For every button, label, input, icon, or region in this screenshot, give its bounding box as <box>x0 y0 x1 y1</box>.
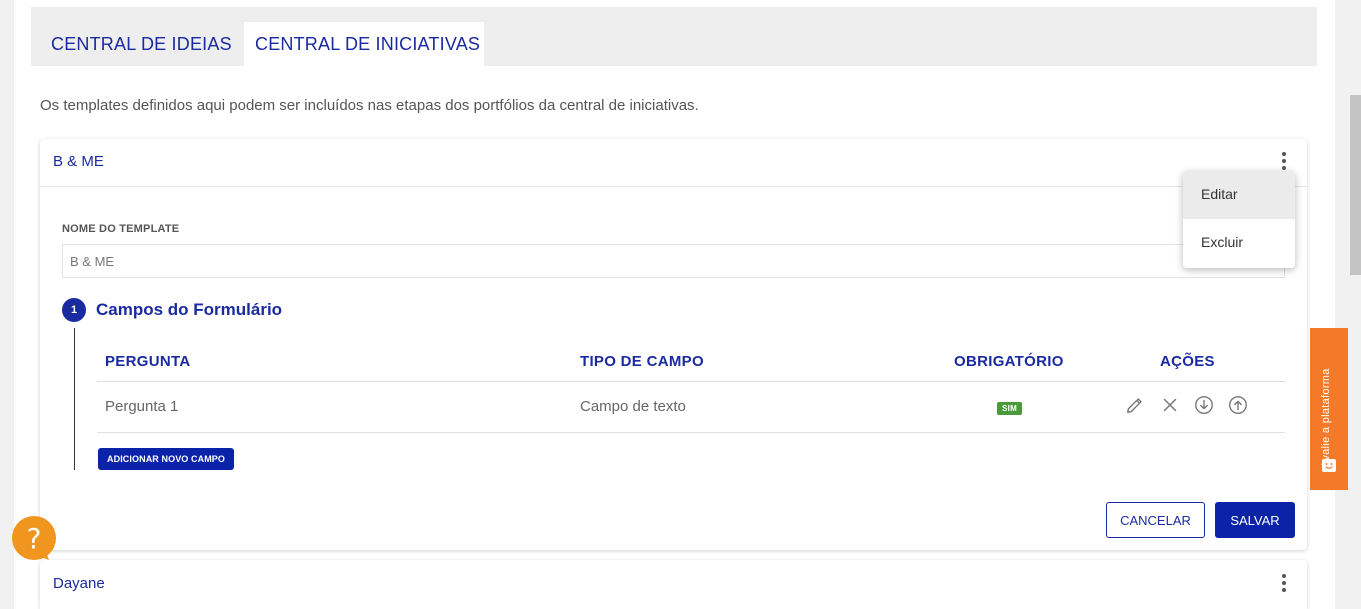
svg-text:?: ? <box>27 522 42 555</box>
feedback-tab[interactable]: Avalie a plataforma <box>1310 328 1348 490</box>
page: CENTRAL DE IDEIAS CENTRAL DE INICIATIVAS… <box>14 0 1335 609</box>
pencil-icon[interactable] <box>1124 394 1146 416</box>
intro-text: Os templates definidos aqui podem ser in… <box>40 97 699 114</box>
table-row: Pergunta 1 Campo de texto SIM <box>97 382 1285 433</box>
template-name-label: NOME DO TEMPLATE <box>62 223 180 235</box>
feedback-label: Avalie a plataforma <box>1320 368 1332 468</box>
tab-bar: CENTRAL DE IDEIAS CENTRAL DE INICIATIVAS <box>31 7 1317 66</box>
close-icon[interactable] <box>1159 394 1181 416</box>
header-tipo-de-campo: TIPO DE CAMPO <box>580 353 704 370</box>
header-obrigatorio: OBRIGATÓRIO <box>954 353 1064 370</box>
template-card: B & ME NOME DO TEMPLATE 1 Campos do Form… <box>40 139 1307 550</box>
step-title: Campos do Formulário <box>96 300 283 319</box>
scrollbar-thumb[interactable] <box>1350 95 1361 275</box>
table-header: PERGUNTA TIPO DE CAMPO OBRIGATÓRIO AÇÕES <box>97 344 1285 382</box>
header-pergunta: PERGUNTA <box>105 353 191 370</box>
arrow-down-circle-icon[interactable] <box>1193 394 1215 416</box>
template-name-input[interactable] <box>62 244 1285 278</box>
chat-smile-icon <box>1322 459 1336 472</box>
step-connector-line <box>74 328 75 470</box>
arrow-up-circle-icon[interactable] <box>1227 394 1249 416</box>
help-question-icon[interactable]: ? <box>11 515 57 561</box>
cell-pergunta: Pergunta 1 <box>105 398 179 415</box>
context-menu: Editar Excluir <box>1183 171 1295 268</box>
menu-item-editar[interactable]: Editar <box>1183 171 1295 219</box>
tab-central-de-ideias[interactable]: CENTRAL DE IDEIAS <box>51 22 232 66</box>
template-card-title: B & ME <box>53 153 104 170</box>
add-field-button[interactable]: ADICIONAR NOVO CAMPO <box>98 448 235 470</box>
cell-tipo: Campo de texto <box>580 398 686 415</box>
cancel-button[interactable]: CANCELAR <box>1106 502 1205 538</box>
tab-central-de-iniciativas[interactable]: CENTRAL DE INICIATIVAS <box>244 22 484 66</box>
header-acoes: AÇÕES <box>1160 353 1215 370</box>
template-card-title: Dayane <box>53 575 105 592</box>
step-number-badge: 1 <box>62 298 86 322</box>
template-card-header[interactable]: B & ME <box>40 139 1307 187</box>
template-card-dayane[interactable]: Dayane <box>40 560 1307 609</box>
scrollbar-track[interactable] <box>1348 0 1361 609</box>
required-badge: SIM <box>997 402 1023 415</box>
more-options-icon[interactable] <box>1279 572 1289 594</box>
menu-item-excluir[interactable]: Excluir <box>1183 219 1295 267</box>
more-options-icon[interactable] <box>1279 150 1289 172</box>
save-button[interactable]: SALVAR <box>1215 502 1295 538</box>
